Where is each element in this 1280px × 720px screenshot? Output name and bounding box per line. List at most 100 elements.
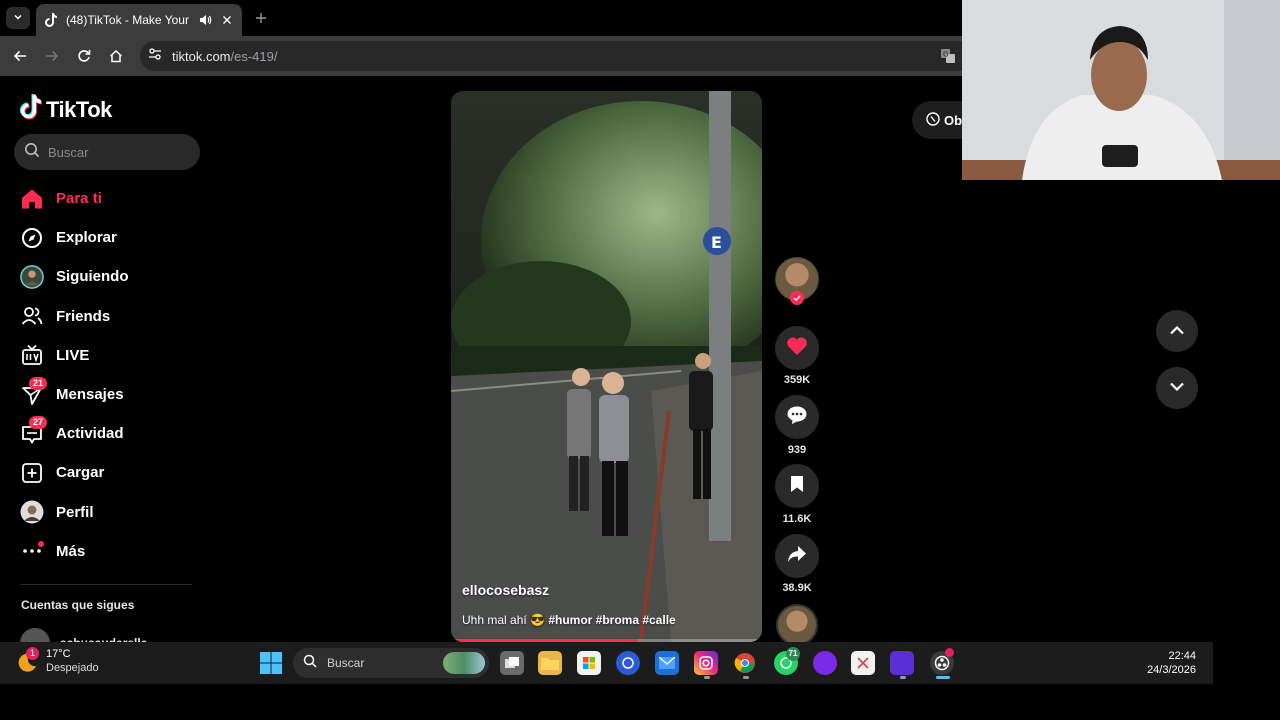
taskbar-search[interactable]: Buscar: [293, 648, 489, 678]
tab-search-button[interactable]: [6, 7, 30, 29]
weather-widget[interactable]: 1 17°C Despejado: [16, 647, 99, 676]
logo-text: TikTok: [46, 96, 112, 122]
tab-title: (48)TikTok - Make Your Day: [66, 13, 190, 27]
save-button[interactable]: [775, 464, 819, 508]
download-circle-icon: [926, 111, 940, 129]
chrome-icon[interactable]: [733, 651, 757, 675]
sidebar-item-label: Perfil: [56, 503, 94, 521]
speaker-icon[interactable]: [198, 13, 212, 27]
upload-plus-icon: [20, 461, 44, 485]
windows-start-icon[interactable]: [260, 652, 282, 674]
tiktok-note-icon: [20, 94, 42, 125]
follow-check-icon[interactable]: [790, 291, 804, 305]
browser-tab-bar: (48)TikTok - Make Your Day: [0, 0, 962, 36]
more-dots-icon: [20, 539, 44, 563]
file-explorer-icon[interactable]: [538, 651, 562, 675]
windows-taskbar: 1 17°C Despejado Buscar 71 22:44 24/3/20…: [0, 642, 1213, 684]
mail-icon[interactable]: [655, 651, 679, 675]
activity-inbox-icon: 27: [20, 415, 48, 446]
previous-video-button[interactable]: [1156, 310, 1198, 352]
music-disc-avatar[interactable]: [776, 604, 818, 646]
chevron-down-icon: [1169, 379, 1185, 397]
sidebar-nav: Para ti Explorar Siguiendo Friends LIVE: [0, 179, 215, 571]
video-author[interactable]: ellocosebasz: [462, 582, 549, 598]
home-icon: [20, 187, 44, 211]
compass-icon: [20, 226, 44, 250]
clock-time: 22:44: [1168, 650, 1196, 662]
sidebar-item-live[interactable]: LIVE: [0, 336, 215, 375]
video-player[interactable]: E ellocosebasz Uhh mal ahí 😎 #humor #bro…: [451, 91, 762, 642]
get-app-label: Ob: [944, 112, 963, 128]
following-accounts-title: Cuentas que sigues: [21, 598, 135, 612]
comment-button[interactable]: [775, 395, 819, 439]
next-video-button[interactable]: [1156, 367, 1198, 409]
sidebar-item-label: Para ti: [56, 190, 102, 208]
browser-toolbar: tiktok.com/es-419/ G: [0, 36, 962, 76]
sidebar-item-perfil[interactable]: Perfil: [0, 493, 215, 532]
close-icon[interactable]: [220, 13, 234, 27]
microsoft-store-icon[interactable]: [577, 651, 601, 675]
url-host: tiktok.com: [172, 48, 231, 64]
moon-icon: 1: [16, 647, 39, 673]
home-icon[interactable]: [106, 46, 126, 66]
weather-description: Despejado: [46, 662, 99, 674]
tiktok-logo[interactable]: TikTok: [20, 94, 112, 125]
security-app-icon[interactable]: [616, 651, 640, 675]
snipping-tool-icon[interactable]: [851, 651, 875, 675]
url-path: /es-419/: [230, 48, 278, 64]
recording-dot: [945, 648, 954, 657]
sidebar-item-siguiendo[interactable]: Siguiendo: [0, 257, 215, 296]
share-button[interactable]: [775, 534, 819, 578]
sidebar-item-mensajes[interactable]: 21 Mensajes: [0, 375, 215, 414]
weather-temperature: 17°C: [46, 648, 71, 660]
search-icon: [24, 142, 40, 163]
tiktok-sidebar: TikTok Buscar Para ti Explorar Siguiendo: [0, 76, 215, 658]
system-clock[interactable]: 22:44 24/3/2026: [1140, 649, 1196, 677]
weather-badge: 1: [26, 647, 39, 660]
sidebar-item-para-ti[interactable]: Para ti: [0, 179, 215, 218]
sidebar-item-mas[interactable]: Más: [0, 532, 215, 571]
activity-badge: 27: [29, 415, 48, 429]
new-tab-plus-icon[interactable]: [252, 9, 270, 27]
active-indicator: [936, 676, 950, 679]
sidebar-item-friends[interactable]: Friends: [0, 297, 215, 336]
sidebar-item-label: Explorar: [56, 229, 117, 247]
instagram-icon[interactable]: [694, 651, 718, 675]
browser-tab[interactable]: (48)TikTok - Make Your Day: [36, 4, 242, 36]
task-view-icon[interactable]: [500, 651, 524, 675]
share-arrow-icon: [787, 545, 807, 568]
forward-arrow-icon[interactable]: [42, 46, 62, 66]
like-button[interactable]: [775, 326, 819, 370]
running-indicator: [743, 676, 749, 679]
running-indicator: [900, 676, 906, 679]
translate-icon[interactable]: G: [940, 48, 956, 64]
sidebar-item-actividad[interactable]: 27 Actividad: [0, 414, 215, 453]
address-bar[interactable]: tiktok.com/es-419/ G: [140, 41, 962, 71]
profile-avatar-icon: [20, 500, 44, 524]
comment-count: 939: [787, 444, 807, 456]
search-input[interactable]: Buscar: [14, 134, 200, 170]
chevron-up-icon: [1169, 322, 1185, 340]
send-icon: 21: [20, 376, 48, 407]
taskbar-search-placeholder: Buscar: [327, 656, 365, 670]
site-settings-icon[interactable]: [148, 47, 162, 66]
webcam-overlay: [962, 0, 1280, 180]
edit-app-icon[interactable]: [890, 651, 914, 675]
following-avatar-icon: [20, 265, 44, 289]
caption-text: Uhh mal ahí 😎: [462, 613, 549, 627]
chevron-down-icon: [13, 9, 23, 27]
sidebar-item-explorar[interactable]: Explorar: [0, 218, 215, 257]
reload-icon[interactable]: [74, 46, 94, 66]
get-app-button[interactable]: Ob: [912, 101, 962, 139]
webcam-person-image: [962, 0, 1280, 180]
save-count: 11.6K: [782, 513, 812, 525]
canva-icon[interactable]: [813, 651, 837, 675]
sidebar-item-cargar[interactable]: Cargar: [0, 453, 215, 492]
friends-icon: [20, 304, 44, 328]
caption-hashtags[interactable]: #humor #broma #calle: [548, 613, 675, 627]
back-arrow-icon[interactable]: [10, 46, 30, 66]
bookmark-icon: [789, 475, 805, 498]
running-indicator: [704, 676, 710, 679]
tiktok-favicon-icon: [44, 13, 58, 27]
whatsapp-badge: 71: [786, 647, 800, 661]
